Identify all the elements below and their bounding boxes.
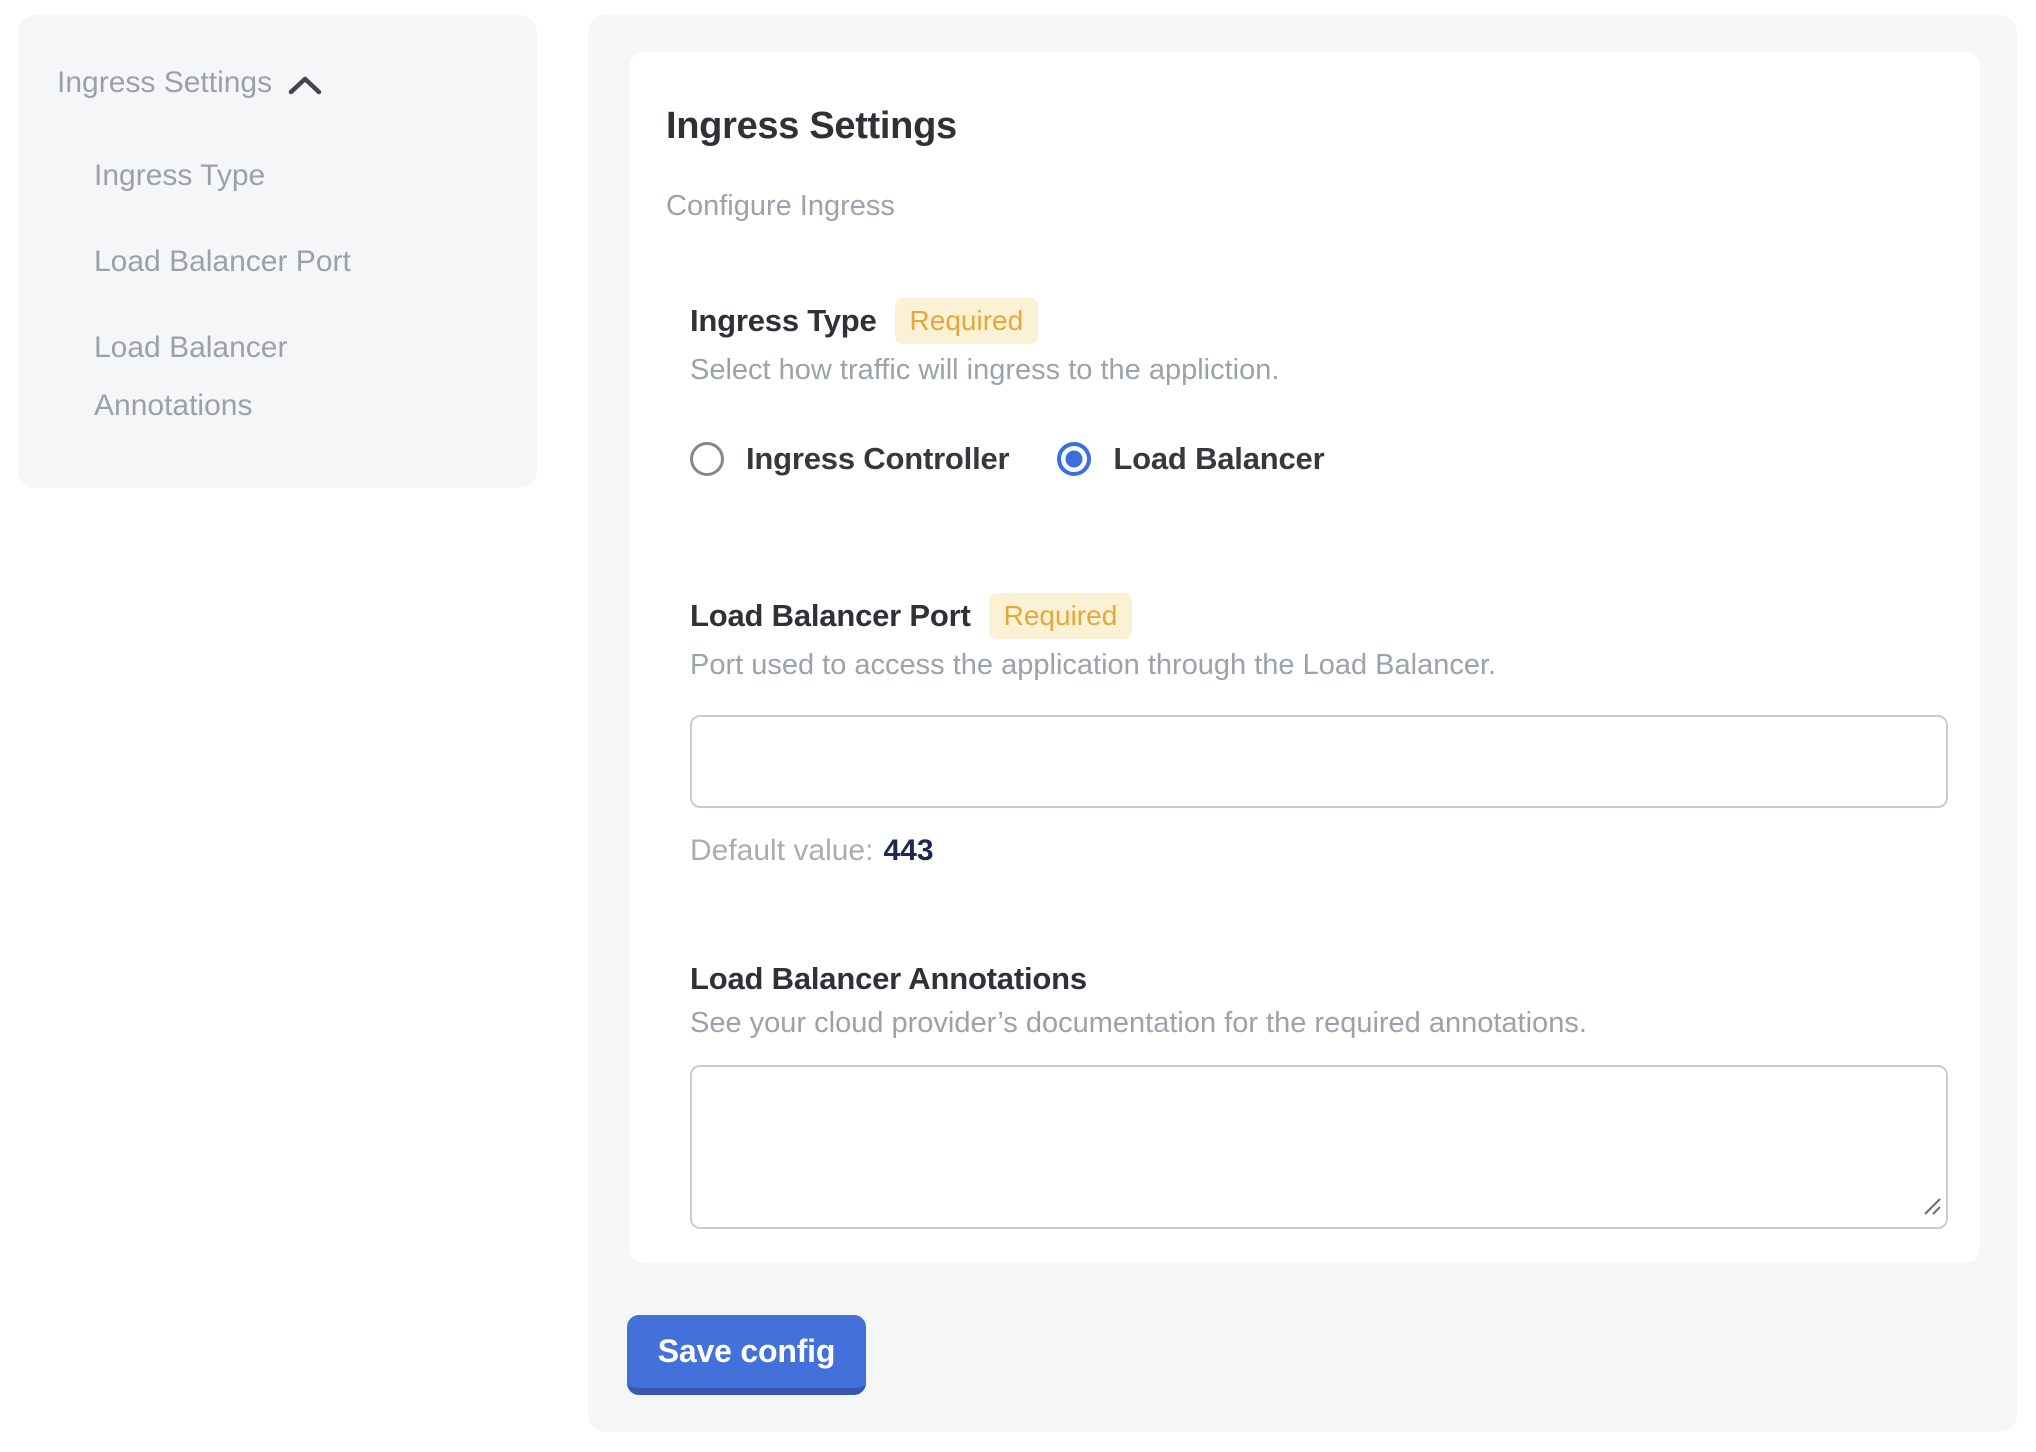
load-balancer-port-label: Load Balancer Port xyxy=(690,598,971,634)
default-value: 443 xyxy=(883,834,933,867)
page: Ingress Settings Ingress Type Load Balan… xyxy=(0,0,2036,1452)
settings-sidebar: Ingress Settings Ingress Type Load Balan… xyxy=(18,15,537,488)
default-value-line: Default value: 443 xyxy=(690,834,1948,868)
resize-grip-icon[interactable] xyxy=(1921,1195,1943,1222)
sidebar-item-load-balancer-port[interactable]: Load Balancer Port xyxy=(94,233,439,291)
save-config-button[interactable]: Save config xyxy=(627,1315,866,1395)
load-balancer-port-description: Port used to access the application thro… xyxy=(690,649,1948,681)
radio-label-load-balancer: Load Balancer xyxy=(1113,441,1324,477)
load-balancer-annotations-label: Load Balancer Annotations xyxy=(690,961,1087,997)
chevron-up-icon xyxy=(288,74,322,96)
radio-option-ingress-controller[interactable]: Ingress Controller xyxy=(690,441,1009,477)
sidebar-section-label: Ingress Settings xyxy=(57,65,272,101)
load-balancer-annotations-section: Load Balancer Annotations See your cloud… xyxy=(690,961,1948,1229)
ingress-type-section: Ingress Type Required Select how traffic… xyxy=(690,298,1948,477)
ingress-type-description: Select how traffic will ingress to the a… xyxy=(690,354,1948,386)
ingress-settings-card: Ingress Settings Configure Ingress Ingre… xyxy=(630,52,1980,1263)
required-badge: Required xyxy=(895,298,1039,344)
ingress-settings-panel: Ingress Settings Configure Ingress Ingre… xyxy=(588,15,2017,1432)
load-balancer-annotations-textarea[interactable] xyxy=(690,1065,1948,1229)
annotations-textarea-wrap xyxy=(690,1065,1948,1229)
sidebar-item-ingress-type[interactable]: Ingress Type xyxy=(94,147,439,205)
sidebar-item-list: Ingress Type Load Balancer Port Load Bal… xyxy=(94,147,509,435)
page-title: Ingress Settings xyxy=(666,105,1948,147)
required-badge: Required xyxy=(989,593,1133,639)
ingress-type-radio-group: Ingress Controller Load Balancer xyxy=(690,441,1948,477)
load-balancer-port-section: Load Balancer Port Required Port used to… xyxy=(690,593,1948,868)
default-value-label: Default value: xyxy=(690,834,873,867)
sidebar-item-load-balancer-annotations[interactable]: Load Balancer Annotations xyxy=(94,319,439,435)
load-balancer-annotations-description: See your cloud provider’s documentation … xyxy=(690,1007,1948,1039)
sidebar-section-toggle[interactable]: Ingress Settings xyxy=(57,65,509,101)
radio-option-load-balancer[interactable]: Load Balancer xyxy=(1057,441,1324,477)
radio-label-ingress-controller: Ingress Controller xyxy=(746,441,1009,477)
ingress-type-label: Ingress Type xyxy=(690,303,877,339)
load-balancer-port-input[interactable] xyxy=(690,715,1948,808)
radio-unselected-icon[interactable] xyxy=(690,442,724,476)
radio-selected-icon[interactable] xyxy=(1057,442,1091,476)
page-subtitle: Configure Ingress xyxy=(666,190,1948,222)
